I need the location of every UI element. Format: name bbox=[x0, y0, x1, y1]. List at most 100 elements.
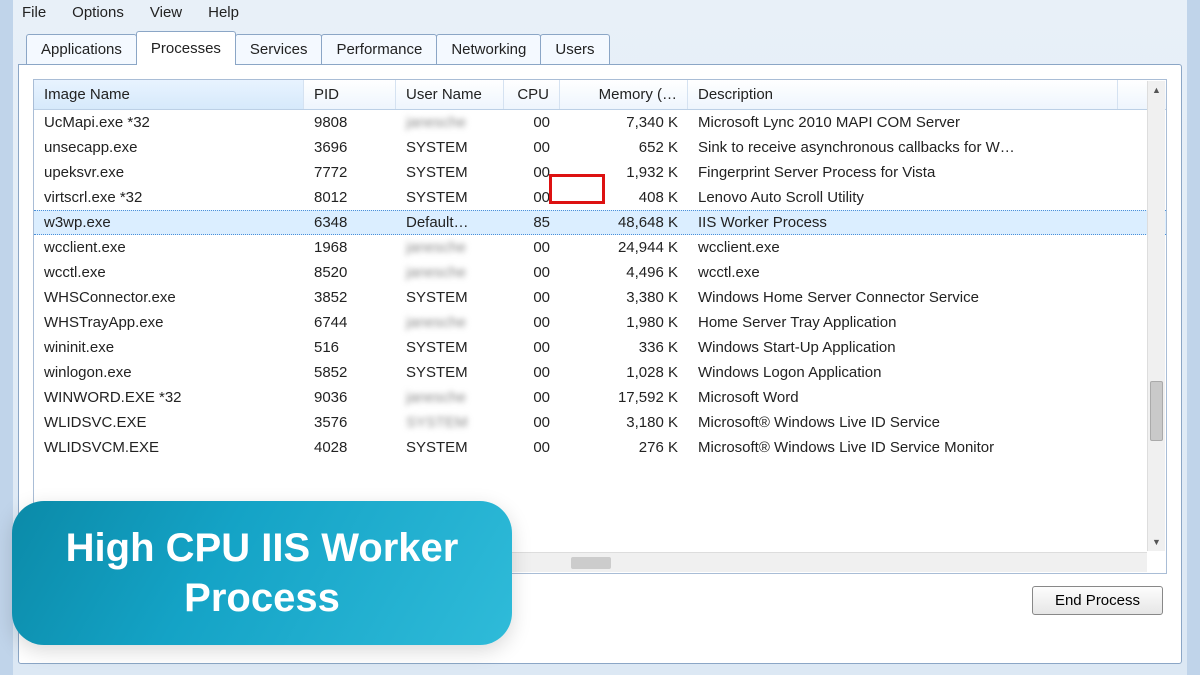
cell-pid: 1968 bbox=[304, 239, 396, 256]
cell-image-name: WHSConnector.exe bbox=[34, 289, 304, 306]
cell-image-name: UcMapi.exe *32 bbox=[34, 114, 304, 131]
table-row[interactable]: WLIDSVCM.EXE4028SYSTEM00276 KMicrosoft® … bbox=[34, 435, 1166, 460]
cell-pid: 8520 bbox=[304, 264, 396, 281]
end-process-button[interactable]: End Process bbox=[1032, 586, 1163, 615]
cell-user-name: janesche bbox=[396, 264, 504, 281]
table-row[interactable]: WHSTrayApp.exe6744janesche001,980 KHome … bbox=[34, 310, 1166, 335]
cell-image-name: upeksvr.exe bbox=[34, 164, 304, 181]
cell-image-name: WLIDSVCM.EXE bbox=[34, 439, 304, 456]
cell-user-name: SYSTEM bbox=[396, 189, 504, 206]
cell-description: Windows Logon Application bbox=[688, 364, 1118, 381]
cell-cpu: 00 bbox=[504, 289, 560, 306]
col-header-memory[interactable]: Memory (… bbox=[560, 80, 688, 109]
cell-pid: 3576 bbox=[304, 414, 396, 431]
scroll-up-arrow-icon[interactable]: ▲ bbox=[1148, 81, 1165, 99]
menu-view[interactable]: View bbox=[150, 4, 182, 21]
cell-image-name: WLIDSVC.EXE bbox=[34, 414, 304, 431]
col-header-image-name[interactable]: Image Name bbox=[34, 80, 304, 109]
tab-users[interactable]: Users bbox=[540, 34, 609, 64]
menu-bar: File Options View Help bbox=[0, 0, 1200, 25]
cell-user-name: janesche bbox=[396, 389, 504, 406]
cell-user-name: SYSTEM bbox=[396, 414, 504, 431]
cell-memory: 652 K bbox=[560, 139, 688, 156]
table-row[interactable]: virtscrl.exe *328012SYSTEM00408 KLenovo … bbox=[34, 185, 1166, 210]
cell-description: Fingerprint Server Process for Vista bbox=[688, 164, 1118, 181]
menu-options[interactable]: Options bbox=[72, 4, 124, 21]
hscroll-thumb[interactable] bbox=[571, 557, 611, 569]
cell-user-name: janesche bbox=[396, 239, 504, 256]
cell-memory: 1,980 K bbox=[560, 314, 688, 331]
cell-image-name: winlogon.exe bbox=[34, 364, 304, 381]
cell-memory: 48,648 K bbox=[560, 214, 688, 231]
cell-cpu: 00 bbox=[504, 264, 560, 281]
cell-user-name: SYSTEM bbox=[396, 364, 504, 381]
cell-cpu: 00 bbox=[504, 239, 560, 256]
cell-description: Microsoft Word bbox=[688, 389, 1118, 406]
cell-user-name: SYSTEM bbox=[396, 139, 504, 156]
col-header-user-name[interactable]: User Name bbox=[396, 80, 504, 109]
process-table: Image Name PID User Name CPU Memory (… D… bbox=[33, 79, 1167, 574]
table-row[interactable]: UcMapi.exe *329808janesche007,340 KMicro… bbox=[34, 110, 1166, 135]
cell-description: IIS Worker Process bbox=[688, 214, 1118, 231]
tab-services[interactable]: Services bbox=[235, 34, 323, 64]
cell-pid: 6744 bbox=[304, 314, 396, 331]
overlay-title-banner: High CPU IIS Worker Process bbox=[12, 501, 512, 645]
cell-memory: 1,028 K bbox=[560, 364, 688, 381]
cell-cpu: 00 bbox=[504, 439, 560, 456]
cell-pid: 5852 bbox=[304, 364, 396, 381]
cell-memory: 3,380 K bbox=[560, 289, 688, 306]
table-header: Image Name PID User Name CPU Memory (… D… bbox=[34, 80, 1166, 110]
cell-description: Lenovo Auto Scroll Utility bbox=[688, 189, 1118, 206]
cell-image-name: w3wp.exe bbox=[34, 214, 304, 231]
cell-pid: 516 bbox=[304, 339, 396, 356]
cell-memory: 1,932 K bbox=[560, 164, 688, 181]
table-row[interactable]: WHSConnector.exe3852SYSTEM003,380 KWindo… bbox=[34, 285, 1166, 310]
cell-pid: 9808 bbox=[304, 114, 396, 131]
table-row[interactable]: w3wp.exe6348Default…8548,648 KIIS Worker… bbox=[34, 210, 1166, 235]
cell-cpu: 00 bbox=[504, 314, 560, 331]
col-header-pid[interactable]: PID bbox=[304, 80, 396, 109]
cell-cpu: 00 bbox=[504, 389, 560, 406]
cell-image-name: wcctl.exe bbox=[34, 264, 304, 281]
cell-pid: 3852 bbox=[304, 289, 396, 306]
cell-user-name: SYSTEM bbox=[396, 164, 504, 181]
cell-description: Microsoft® Windows Live ID Service Monit… bbox=[688, 439, 1118, 456]
cell-memory: 3,180 K bbox=[560, 414, 688, 431]
cell-pid: 8012 bbox=[304, 189, 396, 206]
cell-cpu: 85 bbox=[504, 214, 560, 231]
tab-performance[interactable]: Performance bbox=[321, 34, 437, 64]
cell-user-name: SYSTEM bbox=[396, 339, 504, 356]
table-row[interactable]: upeksvr.exe7772SYSTEM001,932 KFingerprin… bbox=[34, 160, 1166, 185]
cell-memory: 4,496 K bbox=[560, 264, 688, 281]
cell-description: Windows Home Server Connector Service bbox=[688, 289, 1118, 306]
tab-processes[interactable]: Processes bbox=[136, 31, 236, 65]
overlay-line2: Process bbox=[40, 573, 484, 623]
cell-user-name: SYSTEM bbox=[396, 289, 504, 306]
table-row[interactable]: winlogon.exe5852SYSTEM001,028 KWindows L… bbox=[34, 360, 1166, 385]
cell-description: Microsoft® Windows Live ID Service bbox=[688, 414, 1118, 431]
table-row[interactable]: WLIDSVC.EXE3576SYSTEM003,180 KMicrosoft®… bbox=[34, 410, 1166, 435]
cell-user-name: janesche bbox=[396, 114, 504, 131]
cell-description: Home Server Tray Application bbox=[688, 314, 1118, 331]
scroll-thumb[interactable] bbox=[1150, 381, 1163, 441]
table-row[interactable]: unsecapp.exe3696SYSTEM00652 KSink to rec… bbox=[34, 135, 1166, 160]
table-row[interactable]: wcctl.exe8520janesche004,496 Kwcctl.exe bbox=[34, 260, 1166, 285]
tab-strip: Applications Processes Services Performa… bbox=[0, 25, 1200, 64]
cell-memory: 336 K bbox=[560, 339, 688, 356]
col-header-description[interactable]: Description bbox=[688, 80, 1118, 109]
cell-description: Sink to receive asynchronous callbacks f… bbox=[688, 139, 1118, 156]
vertical-scrollbar[interactable]: ▲ ▼ bbox=[1147, 81, 1165, 551]
table-row[interactable]: wininit.exe516SYSTEM00336 KWindows Start… bbox=[34, 335, 1166, 360]
table-row[interactable]: WINWORD.EXE *329036janesche0017,592 KMic… bbox=[34, 385, 1166, 410]
table-row[interactable]: wcclient.exe1968janesche0024,944 Kwcclie… bbox=[34, 235, 1166, 260]
menu-file[interactable]: File bbox=[22, 4, 46, 21]
cell-memory: 7,340 K bbox=[560, 114, 688, 131]
cell-pid: 4028 bbox=[304, 439, 396, 456]
menu-help[interactable]: Help bbox=[208, 4, 239, 21]
cell-memory: 276 K bbox=[560, 439, 688, 456]
tab-networking[interactable]: Networking bbox=[436, 34, 541, 64]
col-header-cpu[interactable]: CPU bbox=[504, 80, 560, 109]
cell-description: wcclient.exe bbox=[688, 239, 1118, 256]
tab-applications[interactable]: Applications bbox=[26, 34, 137, 64]
scroll-down-arrow-icon[interactable]: ▼ bbox=[1148, 533, 1165, 551]
